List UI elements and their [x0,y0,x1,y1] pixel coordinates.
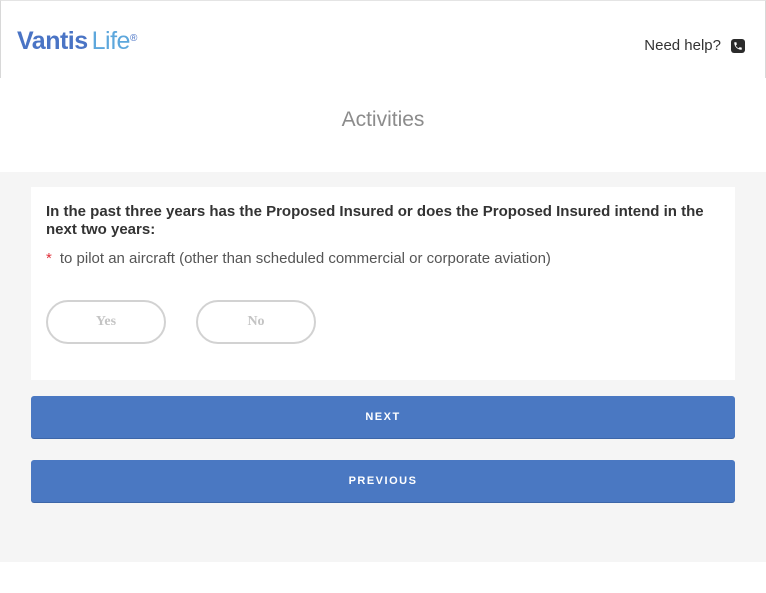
yes-button[interactable]: Yes [46,300,166,344]
question-text: In the past three years has the Proposed… [46,203,704,238]
need-help-link[interactable]: Need help? [644,37,745,54]
question-item-text: to pilot an aircraft (other than schedul… [59,250,551,267]
logo-brand: Vantis [17,27,88,55]
vantis-life-logo[interactable]: Vantis Life® [17,27,137,55]
need-help-label: Need help? [644,37,721,54]
next-button[interactable]: NEXT [31,396,735,438]
form-area: In the past three years has the Proposed… [0,172,766,562]
question-card: In the past three years has the Proposed… [31,187,735,380]
no-button[interactable]: No [196,300,316,344]
question-item: * to pilot an aircraft (other than schedu… [46,250,551,267]
previous-button[interactable]: PREVIOUS [31,460,735,502]
required-marker: * [46,250,52,267]
header: Vantis Life® Need help? [0,0,766,78]
logo-life: Life [91,27,131,55]
phone-icon [731,38,745,53]
logo-registered-mark: ® [129,33,137,44]
page-title: Activities [341,108,425,131]
